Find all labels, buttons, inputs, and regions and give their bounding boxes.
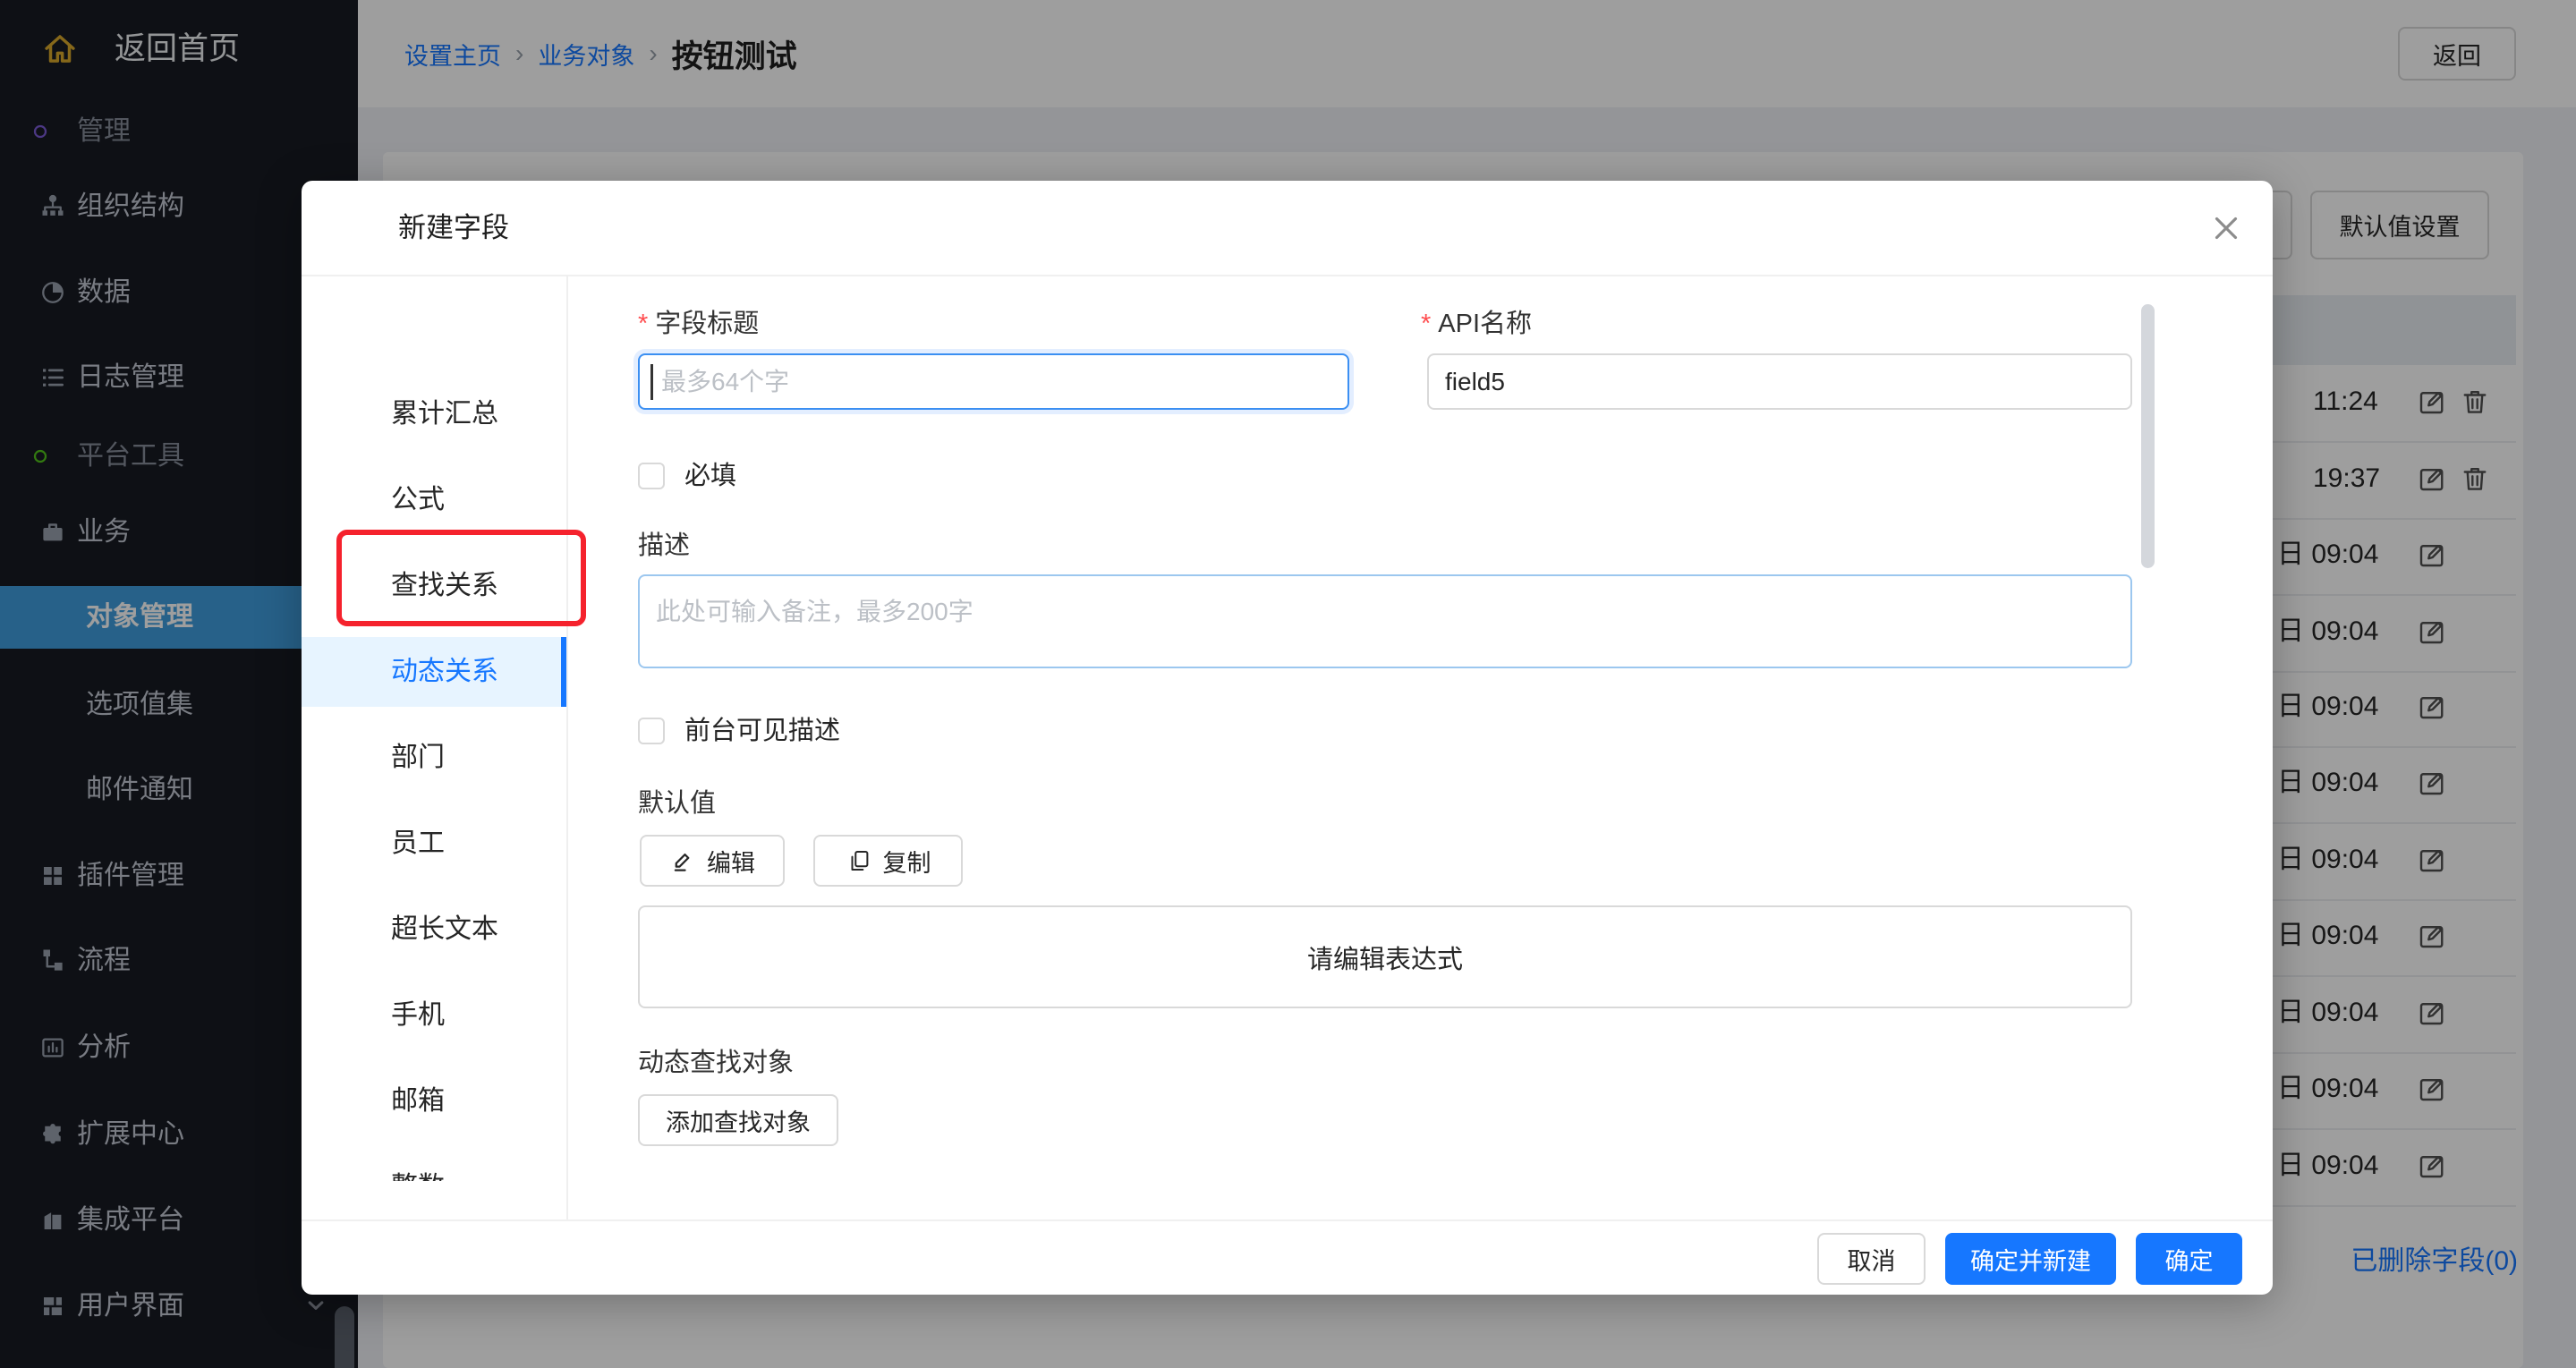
modal-footer: 取消 确定并新建 确定: [302, 1219, 2273, 1296]
edit-default-value-button[interactable]: 编辑: [640, 835, 785, 887]
modal-title: 新建字段: [398, 181, 509, 275]
confirm-button[interactable]: 确定: [2136, 1233, 2242, 1285]
field-type-item-1[interactable]: 累计汇总: [302, 371, 566, 457]
required-asterisk: *: [1421, 310, 1431, 338]
field-type-item-9[interactable]: 邮箱: [302, 1058, 566, 1144]
api-name-label: *API名称: [1421, 304, 1532, 344]
required-checkbox[interactable]: [638, 463, 665, 489]
dynamic-lookup-label: 动态查找对象: [638, 1043, 794, 1083]
modal-header-divider: [302, 275, 2273, 276]
api-name-input[interactable]: [1427, 353, 2132, 410]
new-field-modal: 新建字段 累计汇总公式查找关系动态关系部门员工超长文本手机邮箱整数多选 *字段标…: [302, 181, 2273, 1295]
description-label: 描述: [638, 526, 690, 565]
close-icon[interactable]: [2207, 209, 2245, 247]
front-visible-checkbox[interactable]: [638, 718, 665, 744]
copy-icon: [846, 847, 872, 874]
cancel-button[interactable]: 取消: [1817, 1233, 1926, 1285]
field-type-item-8[interactable]: 手机: [302, 973, 566, 1058]
field-type-item-3[interactable]: 查找关系: [302, 543, 566, 629]
field-title-input[interactable]: [638, 353, 1349, 410]
type-list-divider: [566, 275, 568, 1219]
field-type-item-4[interactable]: 动态关系: [302, 637, 566, 707]
modal-scrollbar-thumb[interactable]: [2141, 304, 2155, 568]
expression-box[interactable]: 请编辑表达式: [638, 905, 2132, 1008]
field-type-item-2[interactable]: 公式: [302, 457, 566, 543]
field-type-item-7[interactable]: 超长文本: [302, 887, 566, 973]
field-type-item-5[interactable]: 部门: [302, 715, 566, 801]
text-caret: [650, 364, 653, 400]
field-type-item-10[interactable]: 整数: [302, 1144, 566, 1181]
front-visible-checkbox-label: 前台可见描述: [684, 711, 840, 751]
description-textarea[interactable]: [638, 574, 2132, 668]
required-asterisk: *: [638, 310, 648, 338]
expression-placeholder: 请编辑表达式: [1307, 939, 1463, 976]
copy-default-value-button[interactable]: 复制: [813, 835, 963, 887]
required-checkbox-label: 必填: [684, 456, 736, 496]
app-window: 设置主页›业务对象›按钮测试 返回 默认值设置 11:2419:37日 09:0…: [0, 0, 2576, 1368]
field-title-label: *字段标题: [638, 304, 759, 344]
field-type-item-6[interactable]: 员工: [302, 801, 566, 887]
default-value-label: 默认值: [638, 784, 716, 823]
confirm-and-new-button[interactable]: 确定并新建: [1945, 1233, 2116, 1285]
field-type-list: 累计汇总公式查找关系动态关系部门员工超长文本手机邮箱整数多选: [302, 275, 566, 1181]
add-lookup-object-button[interactable]: 添加查找对象: [638, 1094, 838, 1146]
pencil-icon: [669, 847, 696, 874]
